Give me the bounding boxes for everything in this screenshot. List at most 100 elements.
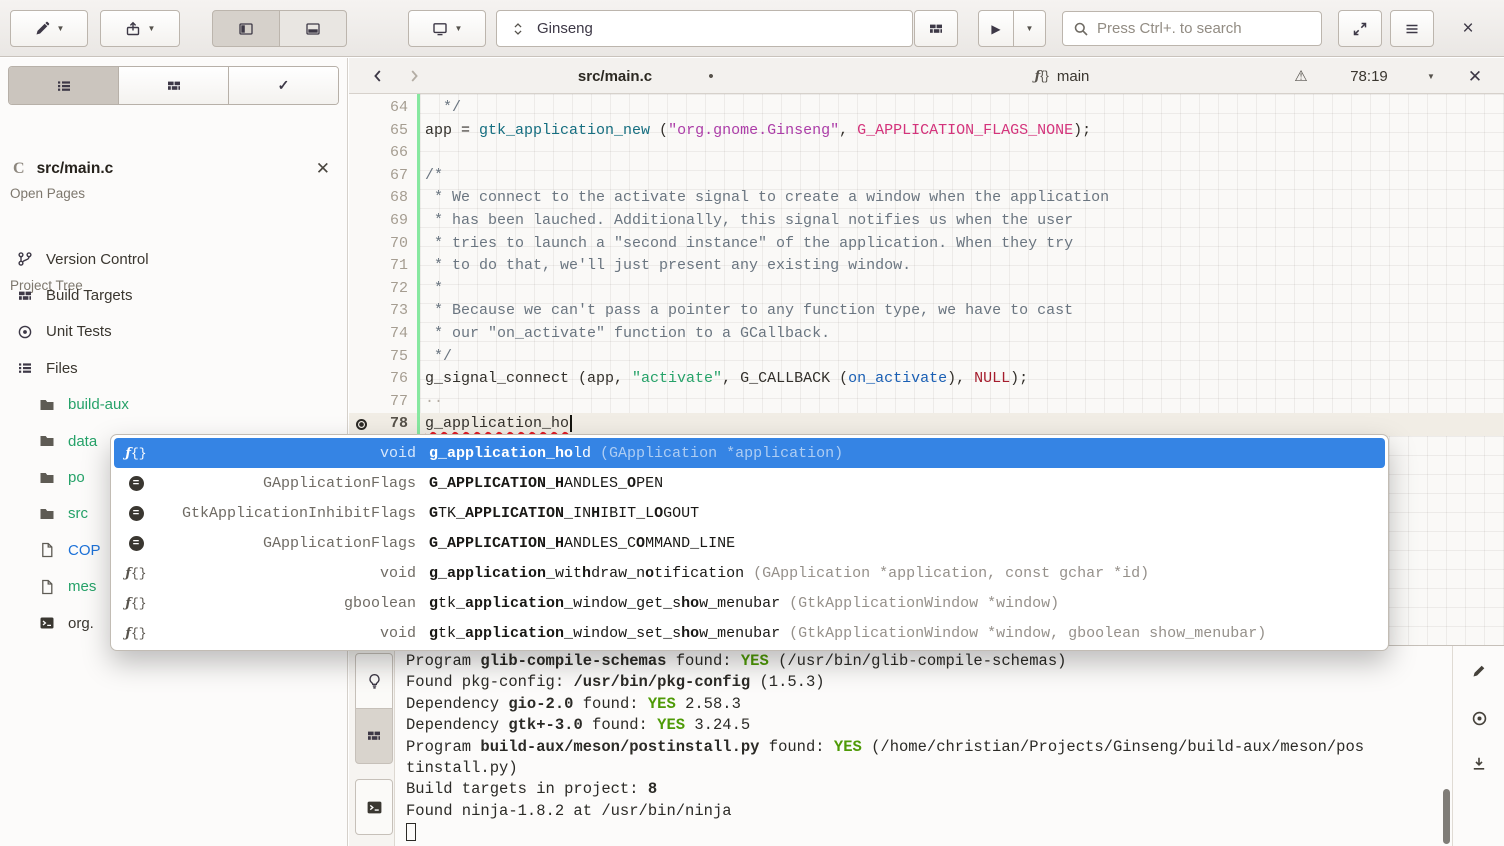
tree-item-build-aux[interactable]: build-aux bbox=[0, 387, 347, 423]
completion-name: g_application_hold bbox=[429, 445, 591, 462]
line-number: 76 bbox=[349, 368, 408, 391]
completion-return-type: void bbox=[150, 445, 416, 462]
tree-item-unit-tests[interactable]: Unit Tests bbox=[0, 314, 347, 350]
terminal-cursor bbox=[406, 823, 416, 841]
code-line-67[interactable]: 67/* bbox=[349, 165, 1504, 188]
completion-return-type: GtkApplicationInhibitFlags bbox=[150, 505, 416, 522]
completion-row-1[interactable]: =GApplicationFlagsG_APPLICATION_HANDLES_… bbox=[114, 468, 1385, 498]
bricks-icon bbox=[928, 21, 944, 37]
code-line-69[interactable]: 69 * has been lauched. Additionally, thi… bbox=[349, 210, 1504, 233]
check-icon: ✓ bbox=[278, 77, 290, 94]
tree-item-label: Files bbox=[46, 360, 78, 377]
output-line-1: Found pkg-config: /usr/bin/pkg-config (1… bbox=[406, 672, 1442, 693]
function-icon: ƒ{} bbox=[122, 596, 150, 611]
folder-icon bbox=[39, 470, 55, 486]
expand-icon bbox=[1352, 21, 1368, 37]
completion-row-3[interactable]: =GApplicationFlagsG_APPLICATION_HANDLES_… bbox=[114, 528, 1385, 558]
open-page-item[interactable]: C src/main.c ✕ bbox=[0, 150, 347, 188]
download-icon-button[interactable] bbox=[1463, 747, 1495, 781]
terminal-panel-button[interactable] bbox=[355, 779, 393, 835]
completion-row-6[interactable]: ƒ{}voidgtk_application_window_set_show_m… bbox=[114, 618, 1385, 648]
build-button[interactable] bbox=[914, 10, 958, 47]
open-page-filename: src/main.c bbox=[37, 160, 114, 178]
code-line-72[interactable]: 72 * bbox=[349, 278, 1504, 301]
code-line-70[interactable]: 70 * tries to launch a "second instance"… bbox=[349, 233, 1504, 256]
folder-icon bbox=[39, 397, 55, 413]
editor-options-dropdown[interactable]: ▼ bbox=[1416, 58, 1446, 94]
edit-dropdown-button[interactable]: ▼ bbox=[10, 10, 88, 47]
display-icon bbox=[432, 21, 448, 37]
brush-icon-button[interactable] bbox=[1463, 654, 1495, 688]
menu-button[interactable] bbox=[1390, 10, 1434, 47]
global-search[interactable] bbox=[1062, 11, 1322, 46]
target-icon-button[interactable] bbox=[1463, 701, 1495, 735]
toggle-bottom-panel-button[interactable] bbox=[279, 10, 347, 47]
bricks-icon bbox=[366, 728, 382, 744]
project-name: Ginseng bbox=[537, 20, 593, 37]
pen-icon bbox=[34, 21, 50, 37]
completion-row-5[interactable]: ƒ{}gbooleangtk_application_window_get_sh… bbox=[114, 588, 1385, 618]
close-editor-button[interactable]: ✕ bbox=[1456, 58, 1494, 94]
tree-item-build-targets[interactable]: Build Targets bbox=[0, 277, 347, 313]
code-line-66[interactable]: 66 bbox=[349, 142, 1504, 165]
text-caret bbox=[570, 415, 572, 432]
output-line-4: Program build-aux/meson/postinstall.py f… bbox=[406, 737, 1442, 758]
project-selector[interactable]: Ginseng bbox=[496, 10, 913, 47]
nav-back-button[interactable] bbox=[361, 58, 395, 94]
completion-name: G_APPLICATION_HANDLES_COMMAND_LINE bbox=[429, 535, 735, 552]
tree-item-label: src bbox=[68, 505, 88, 522]
tab-pages[interactable] bbox=[9, 67, 119, 104]
nav-forward-button[interactable] bbox=[397, 58, 431, 94]
tree-item-label: Unit Tests bbox=[46, 323, 112, 340]
output-line-6: Build targets in project: 8 bbox=[406, 779, 1442, 800]
search-input[interactable] bbox=[1097, 20, 1307, 37]
symbol-breadcrumb[interactable]: ƒ{} main bbox=[1007, 58, 1117, 94]
panel-scrollbar-thumb[interactable] bbox=[1443, 789, 1450, 844]
fullscreen-button[interactable] bbox=[1338, 10, 1382, 47]
code-line-68[interactable]: 68 * We connect to the activate signal t… bbox=[349, 187, 1504, 210]
close-page-icon[interactable]: ✕ bbox=[316, 159, 330, 179]
code-line-75[interactable]: 75 */ bbox=[349, 346, 1504, 369]
code-line-78[interactable]: 78g_application_ho bbox=[349, 413, 1504, 436]
warning-icon[interactable]: ⚠ bbox=[1286, 58, 1316, 94]
completion-row-2[interactable]: =GtkApplicationInhibitFlagsGTK_APPLICATI… bbox=[114, 498, 1385, 528]
function-icon: ƒ{} bbox=[122, 446, 150, 461]
export-dropdown-button[interactable]: ▼ bbox=[100, 10, 180, 47]
completion-params: (GApplication *application) bbox=[600, 445, 843, 462]
completion-row-0[interactable]: ƒ{}void g_application_hold (GApplication *… bbox=[114, 438, 1385, 468]
completion-name: GTK_APPLICATION_INHIBIT_LOGOUT bbox=[429, 505, 699, 522]
device-dropdown-button[interactable]: ▼ bbox=[408, 10, 486, 47]
code-line-76[interactable]: 76g_signal_connect (app, "activate", G_C… bbox=[349, 368, 1504, 391]
line-number: 69 bbox=[349, 210, 408, 233]
run-button[interactable]: ▶ bbox=[978, 10, 1014, 47]
code-line-74[interactable]: 74 * our "on_activate" function to a GCa… bbox=[349, 323, 1504, 346]
code-line-64[interactable]: 64 */ bbox=[349, 97, 1504, 120]
run-options-dropdown[interactable]: ▼ bbox=[1013, 10, 1046, 47]
line-text: app = gtk_application_new ("org.gnome.Gi… bbox=[425, 120, 1091, 143]
build-output[interactable]: Program glib-compile-schemas found: YES … bbox=[406, 651, 1442, 844]
code-line-73[interactable]: 73 * Because we can't pass a pointer to … bbox=[349, 300, 1504, 323]
close-window-button[interactable]: × bbox=[1444, 10, 1492, 47]
completion-row-4[interactable]: ƒ{}voidg_application_withdraw_notificati… bbox=[114, 558, 1385, 588]
tab-todo[interactable]: ✓ bbox=[229, 67, 338, 104]
enum-icon: = bbox=[129, 536, 144, 551]
code-line-71[interactable]: 71 * to do that, we'll just present any … bbox=[349, 255, 1504, 278]
tab-build[interactable] bbox=[119, 67, 229, 104]
messages-panel-button[interactable] bbox=[355, 653, 393, 709]
line-text: * to do that, we'll just present any exi… bbox=[425, 255, 911, 278]
code-line-77[interactable]: 77·· bbox=[349, 391, 1504, 414]
list-icon bbox=[17, 360, 33, 376]
enum-icon: = bbox=[122, 536, 150, 551]
back-icon bbox=[370, 68, 386, 84]
cursor-position: 78:19 bbox=[1334, 58, 1404, 94]
completion-return-type: GApplicationFlags bbox=[150, 475, 416, 492]
line-text: * our "on_activate" function to a GCallb… bbox=[425, 323, 830, 346]
code-line-65[interactable]: 65app = gtk_application_new ("org.gnome.… bbox=[349, 120, 1504, 143]
tree-item-version-control[interactable]: Version Control bbox=[0, 241, 347, 277]
output-line-3: Dependency gtk+-3.0 found: YES 3.24.5 bbox=[406, 715, 1442, 736]
toggle-left-panel-button[interactable] bbox=[212, 10, 280, 47]
symbol-name: main bbox=[1057, 68, 1090, 85]
line-text: * has been lauched. Additionally, this s… bbox=[425, 210, 1073, 233]
build-output-panel-button[interactable] bbox=[355, 708, 393, 764]
tree-item-files[interactable]: Files bbox=[0, 350, 347, 386]
